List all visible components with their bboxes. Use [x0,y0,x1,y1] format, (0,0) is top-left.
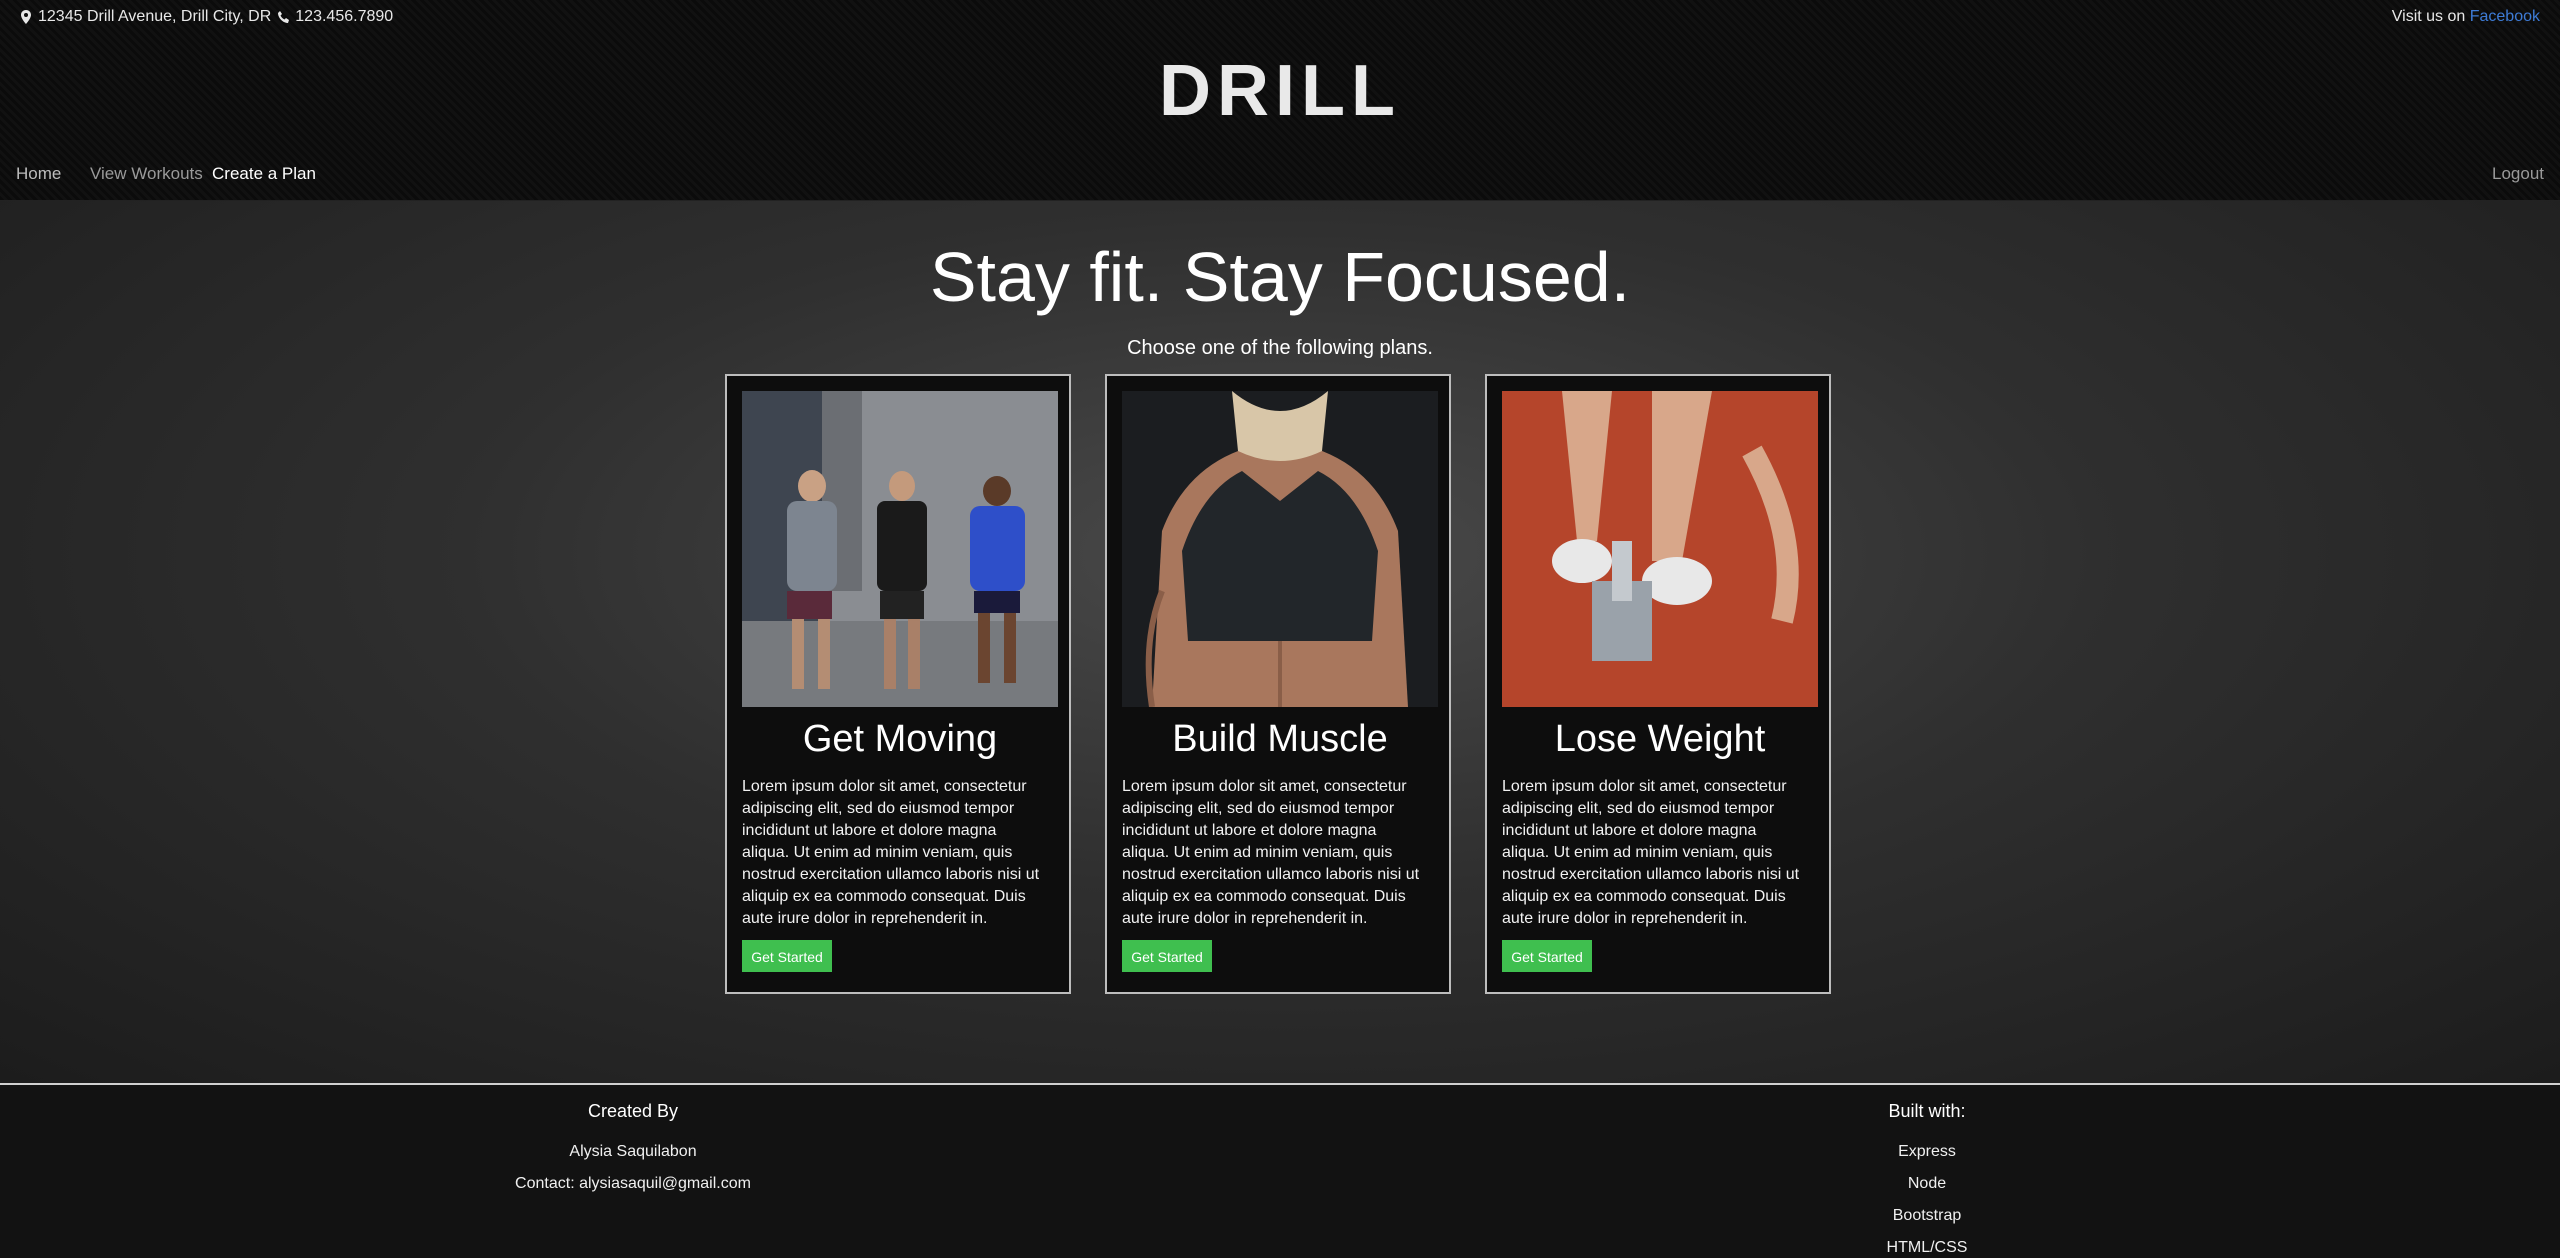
nav-home[interactable]: Home [16,164,61,184]
plan-card-lose-weight: Lose Weight Lorem ipsum dolor sit amet, … [1485,374,1831,994]
footer-credits: Created By Alysia Saquilabon Contact: al… [508,1101,758,1200]
sprinter-image [1502,391,1818,707]
card-title: Get Moving [802,718,998,760]
card-description: Lorem ipsum dolor sit amet, consectetur … [1502,778,1800,927]
phone-text: 123.456.7890 [295,8,394,25]
get-started-button[interactable]: Get Started [1122,940,1212,972]
created-by-label: Created By [587,1101,679,1121]
main-nav: Home View Workouts Create a Plan Logout [0,160,2560,190]
sprinter-illustration [1502,391,1818,707]
built-with-label: Built with: [1888,1101,1966,1121]
hero-subtitle: Choose one of the following plans. [1127,337,1433,359]
site-logo[interactable]: DRILL [1100,55,1460,127]
tech-item: Express [1898,1143,1956,1160]
phone-icon [277,10,290,24]
nav-view-workouts[interactable]: View Workouts [90,164,203,184]
plan-card-get-moving: Get Moving Lorem ipsum dolor sit amet, c… [725,374,1071,994]
muscle-back-image [1122,391,1438,707]
get-started-button[interactable]: Get Started [1502,940,1592,972]
muscle-illustration [1122,391,1438,707]
visit-text: Visit us on [2391,8,2470,25]
map-pin-icon [20,10,32,24]
runners-illustration [742,391,1058,707]
tech-item: HTML/CSS [1886,1239,1968,1256]
footer-tech: Built with: Express Node Bootstrap HTML/… [1802,1101,2052,1258]
top-bar: 12345 Drill Avenue, Drill City, DR 123.4… [0,0,2560,34]
card-description: Lorem ipsum dolor sit amet, consectetur … [1122,778,1420,927]
page: 12345 Drill Avenue, Drill City, DR 123.4… [0,0,2560,1258]
address-text: 12345 Drill Avenue, Drill City, DR [38,8,272,25]
card-title: Lose Weight [1554,718,1766,760]
facebook-link[interactable]: Facebook [2470,8,2540,25]
plan-card-build-muscle: Build Muscle Lorem ipsum dolor sit amet,… [1105,374,1451,994]
runners-image [742,391,1058,707]
nav-create-plan[interactable]: Create a Plan [212,164,316,184]
card-title: Build Muscle [1172,718,1388,760]
hero-title: Stay fit. Stay Focused. [929,238,1631,316]
main-content: Stay fit. Stay Focused. Choose one of th… [0,201,2560,1083]
nav-logout[interactable]: Logout [2492,164,2544,184]
get-started-button[interactable]: Get Started [742,940,832,972]
tech-item: Node [1907,1175,1947,1192]
social-link-area: Visit us on Facebook [2392,8,2540,26]
tech-item: Bootstrap [1892,1207,1962,1224]
card-description: Lorem ipsum dolor sit amet, consectetur … [742,778,1040,927]
author-name: Alysia Saquilabon [569,1143,697,1160]
site-footer: Created By Alysia Saquilabon Contact: al… [0,1083,2560,1258]
contact-email: Contact: alysiasaquil@gmail.com [515,1175,751,1192]
contact-info: 12345 Drill Avenue, Drill City, DR 123.4… [20,8,393,26]
site-header: 12345 Drill Avenue, Drill City, DR 123.4… [0,0,2560,201]
